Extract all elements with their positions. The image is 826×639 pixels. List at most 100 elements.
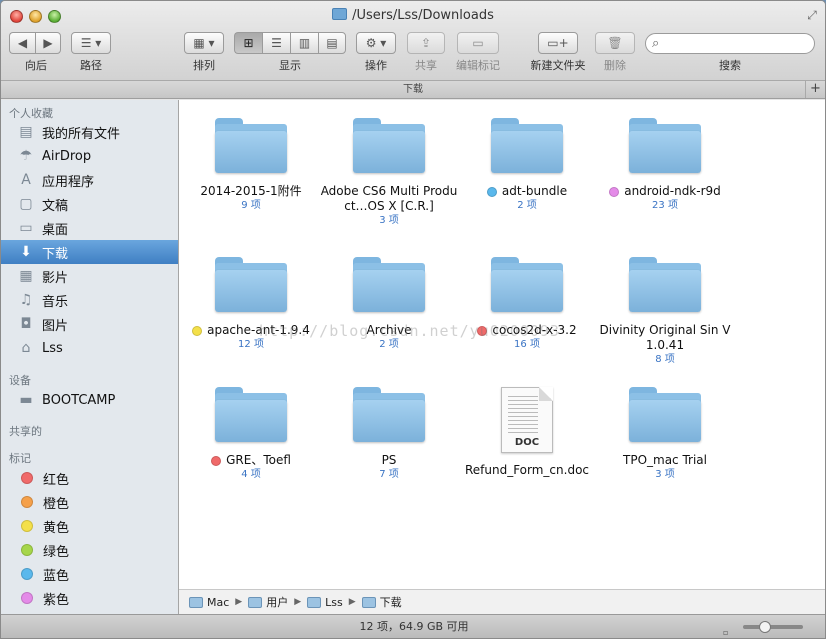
file-item[interactable]: DOC Refund_Form_cn.doc bbox=[457, 387, 597, 478]
search-label: 搜索 bbox=[719, 59, 741, 72]
path-segment[interactable]: 下载 bbox=[361, 594, 402, 610]
sidebar-item-label: 我的所有文件 bbox=[42, 126, 121, 142]
search-icon: ⌕ bbox=[652, 36, 660, 51]
sidebar-tag[interactable]: 绿色 bbox=[1, 538, 178, 562]
sidebar-item-label: AirDrop bbox=[42, 148, 92, 164]
folder-item[interactable]: GRE、Toefl 4 项 bbox=[181, 387, 321, 482]
item-count: 4 项 bbox=[241, 469, 261, 480]
folder-icon bbox=[353, 118, 425, 174]
folder-item[interactable]: Adobe CS6 Multi Product…OS X [C.R.] 3 项 bbox=[319, 118, 459, 228]
list-icon: ☰ ▾ bbox=[80, 36, 102, 50]
share-label: 共享 bbox=[415, 59, 437, 72]
sidebar-item-movies[interactable]: ▦ 影片 bbox=[1, 264, 178, 288]
item-name-text: TPO_mac Trial bbox=[623, 453, 707, 467]
item-count: 23 项 bbox=[652, 200, 678, 211]
delete-button[interactable]: 🗑 bbox=[595, 32, 635, 54]
folder-item[interactable]: PS 7 项 bbox=[319, 387, 459, 482]
sidebar-item-label: 黄色 bbox=[43, 520, 70, 536]
item-name: android-ndk-r9d bbox=[595, 184, 735, 199]
path-segment[interactable]: Lss bbox=[307, 596, 343, 609]
column-view-button[interactable]: ▥ bbox=[290, 32, 318, 54]
fullscreen-icon[interactable]: ⤢ bbox=[805, 8, 819, 22]
folder-icon bbox=[491, 118, 563, 174]
sidebar-tag[interactable]: 黄色 bbox=[1, 514, 178, 538]
tag-dot bbox=[486, 186, 497, 197]
sidebar-item-applications[interactable]: A 应用程序 bbox=[1, 168, 178, 192]
path-bar: Mac ▶ 用户 ▶ Lss ▶ 下载 bbox=[179, 589, 825, 614]
edit-tags-button[interactable]: ▭ bbox=[457, 32, 499, 54]
sidebar-item-all-files[interactable]: ▤ 我的所有文件 bbox=[1, 120, 178, 144]
tag-dot bbox=[211, 455, 222, 466]
sidebar-item-documents[interactable]: ▢ 文稿 bbox=[1, 192, 178, 216]
window-title: /Users/Lss/Downloads bbox=[1, 8, 825, 23]
doc-file-icon: DOC bbox=[501, 387, 553, 453]
airdrop-icon: ☂ bbox=[19, 148, 33, 164]
folder-icon bbox=[215, 257, 287, 313]
item-name: Adobe CS6 Multi Product…OS X [C.R.] bbox=[319, 184, 459, 214]
folder-icon bbox=[491, 257, 563, 313]
sidebar-item-desktop[interactable]: ▭ 桌面 bbox=[1, 216, 178, 240]
sidebar-item-home[interactable]: ⌂ Lss bbox=[1, 336, 178, 360]
slider-knob[interactable] bbox=[759, 621, 771, 633]
folder-icon bbox=[629, 257, 701, 313]
coverflow-view-button[interactable]: ▤ bbox=[318, 32, 346, 54]
status-text: 12 项，64.9 GB 可用 bbox=[359, 620, 469, 633]
path-button[interactable]: ☰ ▾ bbox=[71, 32, 111, 54]
gear-icon: ⚙ ▾ bbox=[365, 36, 387, 50]
item-name: PS bbox=[319, 453, 459, 468]
sidebar-item-label: 图片 bbox=[42, 318, 69, 334]
item-name: 2014-2015-1附件 bbox=[181, 184, 321, 199]
tag-color-dot bbox=[21, 496, 33, 508]
coverflow-icon: ▤ bbox=[326, 36, 338, 50]
file-icon-grid: 2014-2015-1附件 9 项 Adobe CS6 Multi Product…… bbox=[179, 100, 825, 589]
icon-view-button[interactable]: ⊞ bbox=[234, 32, 262, 54]
path-folder-icon bbox=[361, 596, 376, 608]
path-segment[interactable]: Mac bbox=[189, 596, 229, 609]
icon-size-slider[interactable]: ▫ bbox=[723, 621, 803, 637]
folder-item[interactable]: android-ndk-r9d 23 项 bbox=[595, 118, 735, 213]
sidebar-item-label: 下载 bbox=[42, 246, 69, 262]
sidebar-tag[interactable]: 蓝色 bbox=[1, 562, 178, 586]
folder-item[interactable]: Divinity Original Sin V1.0.41 8 项 bbox=[595, 257, 735, 367]
item-name: TPO_mac Trial bbox=[595, 453, 735, 468]
folder-item[interactable]: TPO_mac Trial 3 项 bbox=[595, 387, 735, 482]
sidebar-item-label: 文稿 bbox=[42, 198, 69, 214]
item-name: adt-bundle bbox=[457, 184, 597, 199]
share-button[interactable]: ⇪ bbox=[407, 32, 445, 54]
devices-header: 设备 bbox=[9, 374, 31, 387]
tag-color-dot bbox=[21, 520, 33, 532]
sidebar-item-music[interactable]: ♫ 音乐 bbox=[1, 288, 178, 312]
item-count: 9 项 bbox=[241, 200, 261, 211]
folder-item[interactable]: 2014-2015-1附件 9 项 bbox=[181, 118, 321, 213]
arrange-button[interactable]: ▦ ▾ bbox=[184, 32, 224, 54]
sidebar-tag[interactable]: 紫色 bbox=[1, 586, 178, 610]
sidebar-tag[interactable]: 红色 bbox=[1, 466, 178, 490]
path-folder-icon bbox=[189, 596, 203, 608]
forward-arrow-icon: ▶ bbox=[43, 36, 53, 50]
folder-icon bbox=[629, 118, 701, 174]
search-field[interactable]: ⌕ bbox=[645, 33, 815, 54]
folder-item[interactable]: adt-bundle 2 项 bbox=[457, 118, 597, 213]
sidebar-tag[interactable]: 橙色 bbox=[1, 490, 178, 514]
sidebar-item-airdrop[interactable]: ☂ AirDrop bbox=[1, 144, 178, 168]
back-forward-control: ◀ ▶ bbox=[9, 32, 61, 54]
new-folder-button[interactable]: ▭+ bbox=[538, 32, 578, 54]
arrange-icon: ▦ ▾ bbox=[193, 36, 215, 50]
path-segment[interactable]: 用户 bbox=[248, 594, 288, 610]
forward-button[interactable]: ▶ bbox=[35, 32, 61, 54]
path-segment-label: 下载 bbox=[379, 596, 402, 609]
small-icon: ▫ bbox=[723, 628, 729, 637]
item-count: 3 项 bbox=[379, 215, 399, 226]
list-view-button[interactable]: ☰ bbox=[262, 32, 290, 54]
back-button[interactable]: ◀ bbox=[9, 32, 35, 54]
sidebar-item-device[interactable]: ▬ BOOTCAMP bbox=[1, 388, 178, 412]
path-separator-icon: ▶ bbox=[235, 597, 243, 607]
sidebar-item-pictures[interactable]: ◘ 图片 bbox=[1, 312, 178, 336]
action-button[interactable]: ⚙ ▾ bbox=[356, 32, 396, 54]
arrange-label: 排列 bbox=[193, 59, 215, 72]
add-tab-icon[interactable]: + bbox=[805, 81, 825, 98]
sidebar-item-downloads[interactable]: ⬇ 下载 bbox=[1, 240, 178, 264]
item-count: 7 项 bbox=[379, 469, 399, 480]
path-segment-label: Mac bbox=[207, 595, 230, 609]
applications-icon: A bbox=[21, 172, 31, 188]
